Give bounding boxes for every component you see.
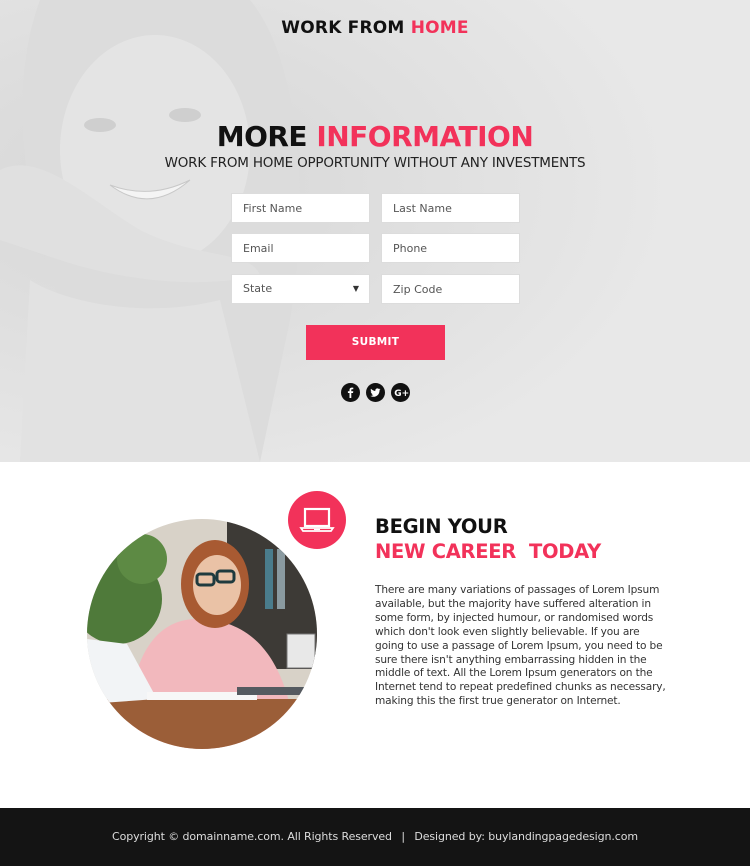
twitter-link[interactable] xyxy=(366,383,385,402)
career-heading-line2: NEW CAREER TODAY xyxy=(375,540,601,563)
footer: Copyright © domainname.com. All Rights R… xyxy=(0,808,750,866)
woman-at-laptop-photo xyxy=(87,519,317,749)
designer-credit-link[interactable]: Designed by: buylandingpagedesign.com xyxy=(414,830,638,843)
first-name-input[interactable] xyxy=(231,193,370,223)
email-input[interactable] xyxy=(231,233,370,263)
logo-text-part2: HOME xyxy=(410,18,469,38)
laptop-badge xyxy=(288,491,346,549)
facebook-icon xyxy=(347,387,354,398)
phone-input[interactable] xyxy=(381,233,520,263)
copyright-text: Copyright © domainname.com. All Rights R… xyxy=(112,830,392,843)
twitter-icon xyxy=(370,388,381,397)
google-plus-icon: G+ xyxy=(394,389,409,399)
facebook-link[interactable] xyxy=(341,383,360,402)
zip-code-input[interactable] xyxy=(381,274,520,304)
svg-text:G+: G+ xyxy=(394,389,409,399)
site-logo: WORK FROM HOME xyxy=(0,18,750,38)
state-select-value: State xyxy=(243,282,273,295)
hero-section: WORK FROM HOME MORE INFORMATION WORK FRO… xyxy=(0,0,750,462)
submit-button[interactable]: SUBMIT xyxy=(306,325,445,360)
page-title: MORE INFORMATION xyxy=(0,120,750,153)
chevron-down-icon: ▼ xyxy=(352,284,359,293)
page-subtitle: WORK FROM HOME OPPORTUNITY WITHOUT ANY I… xyxy=(164,155,586,171)
title-part1: MORE xyxy=(216,120,317,153)
logo-text-part1: WORK FROM xyxy=(281,18,411,38)
footer-separator: | xyxy=(401,830,405,843)
career-paragraph: There are many variations of passages of… xyxy=(375,584,666,708)
laptop-icon xyxy=(299,507,335,532)
state-select[interactable]: State ▼ xyxy=(231,274,370,304)
career-heading-line1: BEGIN YOUR xyxy=(375,515,508,538)
google-plus-link[interactable]: G+ xyxy=(391,383,410,402)
last-name-input[interactable] xyxy=(381,193,520,223)
title-part2: INFORMATION xyxy=(316,120,534,153)
